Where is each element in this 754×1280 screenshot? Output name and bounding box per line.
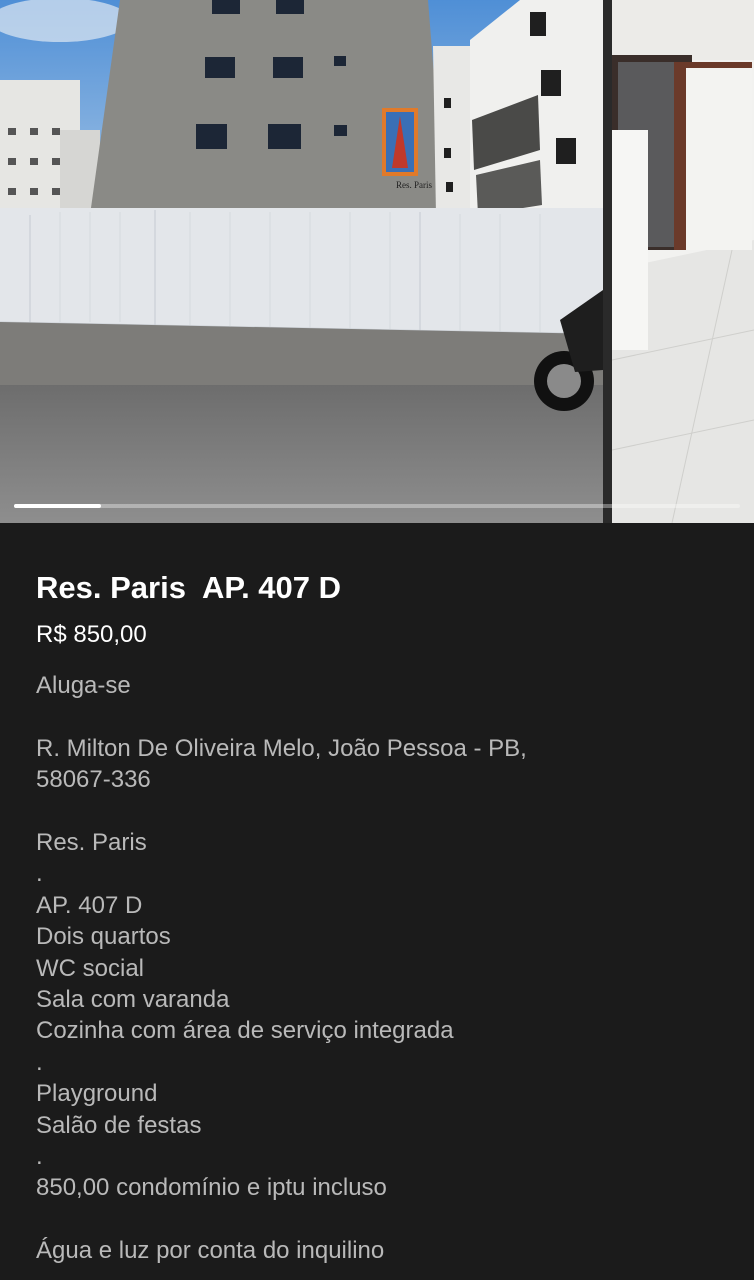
description-line: R. Milton De Oliveira Melo, João Pessoa … bbox=[36, 734, 527, 762]
apartment-interior-image bbox=[612, 0, 754, 523]
listing-details: Res. Paris AP. 407 D R$ 850,00 Aluga-se R… bbox=[0, 568, 754, 1267]
description-line: Água e luz por conta do inquilino bbox=[36, 1237, 385, 1265]
description-line bbox=[36, 796, 718, 827]
description-line: Playground bbox=[36, 1080, 158, 1108]
description-line: Sala com varanda bbox=[36, 986, 230, 1014]
description-line bbox=[36, 701, 718, 732]
description-line: . bbox=[36, 1143, 43, 1171]
description-line: . bbox=[36, 860, 43, 888]
description-line: . bbox=[36, 1048, 43, 1076]
building-exterior-photo[interactable]: Res. Paris bbox=[0, 0, 603, 523]
gallery-progress-track bbox=[14, 504, 740, 508]
description-line: 58067-336 bbox=[36, 766, 151, 794]
listing-price: R$ 850,00 bbox=[36, 621, 147, 648]
description-line: Cozinha com área de serviço integrada bbox=[36, 1017, 454, 1045]
description-line: Res. Paris bbox=[36, 829, 147, 856]
gallery-progress-indicator bbox=[14, 504, 101, 508]
description-line: Dois quartos bbox=[36, 923, 171, 951]
building-sign-text: Res. Paris bbox=[396, 180, 432, 190]
listing-description: Aluga-se R. Milton De Oliveira Melo, João… bbox=[36, 670, 718, 1267]
listing-title: Res. Paris AP. 407 D bbox=[36, 570, 342, 605]
description-line: Aluga-se bbox=[36, 672, 131, 699]
description-line: AP. 407 D bbox=[36, 891, 143, 919]
apartment-interior-photo[interactable] bbox=[612, 0, 754, 523]
photo-gallery[interactable]: Res. Paris bbox=[0, 0, 754, 523]
description-line: 850,00 condomínio e iptu incluso bbox=[36, 1174, 387, 1202]
building-exterior-image: Res. Paris bbox=[0, 0, 603, 523]
description-line: Salão de festas bbox=[36, 1111, 202, 1139]
description-line bbox=[36, 1204, 718, 1235]
description-line: WC social bbox=[36, 954, 145, 982]
